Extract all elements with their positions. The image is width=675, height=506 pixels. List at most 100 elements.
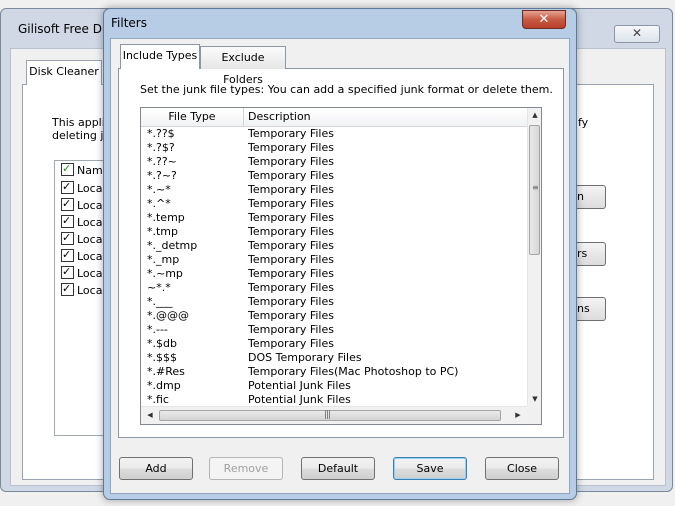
dialog-title: Filters <box>111 16 147 30</box>
table-row[interactable]: *.$$$ DOS Temporary Files <box>141 351 527 365</box>
description-cell: Temporary Files <box>248 239 334 252</box>
list-item[interactable]: Local <box>61 230 106 248</box>
background-close-button[interactable]: ✕ <box>614 25 660 43</box>
description-cell: Temporary Files <box>248 211 334 224</box>
file-type-cell: *.$db <box>147 337 177 350</box>
table-row[interactable]: ~*.* Temporary Files <box>141 281 527 295</box>
checkbox-icon[interactable] <box>61 161 74 177</box>
file-type-cell: *.@@@ <box>147 309 189 322</box>
list-item-label: Local <box>77 233 106 246</box>
description-cell: Temporary Files <box>248 253 334 266</box>
scroll-down-icon[interactable]: ▼ <box>528 392 541 406</box>
file-type-cell: *.^* <box>147 197 171 210</box>
file-type-cell: *.?~? <box>147 169 177 182</box>
file-type-cell: *._mp <box>147 253 180 266</box>
list-item[interactable]: Local <box>61 213 106 231</box>
description-cell: Temporary Files <box>248 127 334 140</box>
dialog-close-button[interactable]: ✕ <box>522 10 566 29</box>
description-cell: Temporary Files <box>248 225 334 238</box>
file-type-list[interactable]: File Type Description *.??$ Temporary Fil… <box>140 107 542 425</box>
table-row[interactable]: *._mp Temporary Files <box>141 253 527 267</box>
horizontal-scroll-thumb[interactable]: ||| <box>159 410 501 421</box>
list-item[interactable]: Local <box>61 196 106 214</box>
checkbox-icon[interactable] <box>61 196 74 212</box>
table-row[interactable]: *.tmp Temporary Files <box>141 225 527 239</box>
list-item-label: Local <box>77 199 106 212</box>
checkbox-icon[interactable] <box>61 247 74 263</box>
scroll-left-icon[interactable]: ◀ <box>143 407 157 424</box>
background-window-title: Gilisoft Free Di <box>18 22 106 36</box>
table-row[interactable]: *.@@@ Temporary Files <box>141 309 527 323</box>
file-type-cell: *.dmp <box>147 379 181 392</box>
checkbox-icon[interactable] <box>61 281 74 297</box>
file-type-cell: *.?$? <box>147 141 175 154</box>
file-type-cell: *.tmp <box>147 225 179 238</box>
column-header-file-type[interactable]: File Type <box>141 108 244 126</box>
file-type-cell: *.$$$ <box>147 351 177 364</box>
horizontal-scrollbar[interactable]: ◀ ||| ▶ <box>141 406 527 424</box>
add-button[interactable]: Add <box>119 457 193 480</box>
table-row[interactable]: *.___ Temporary Files <box>141 295 527 309</box>
table-row[interactable]: *._detmp Temporary Files <box>141 239 527 253</box>
table-row[interactable]: *.~* Temporary Files <box>141 183 527 197</box>
tab-disk-cleaner[interactable]: Disk Cleaner <box>26 60 102 85</box>
file-type-cell: ~*.* <box>147 281 171 294</box>
table-row[interactable]: *.^* Temporary Files <box>141 197 527 211</box>
file-type-cell: *.temp <box>147 211 185 224</box>
list-rows: *.??$ Temporary Files *.?$? Temporary Files… <box>141 127 527 407</box>
table-row[interactable]: *.$db Temporary Files <box>141 337 527 351</box>
table-row[interactable]: *.#Res Temporary Files(Mac Photoshop to P… <box>141 365 527 379</box>
table-row[interactable]: *.?~? Temporary Files <box>141 169 527 183</box>
description-cell: Temporary Files <box>248 281 334 294</box>
list-item-label: Local <box>77 284 106 297</box>
vertical-scroll-thumb[interactable]: ≡ <box>529 125 540 255</box>
file-type-cell: *.___ <box>147 295 173 308</box>
close-icon: ✕ <box>538 12 550 27</box>
save-button[interactable]: Save <box>393 457 467 480</box>
table-row[interactable]: *.dmp Potential Junk Files <box>141 379 527 393</box>
file-type-cell: *.~* <box>147 183 171 196</box>
remove-button[interactable]: Remove <box>209 457 283 480</box>
scrollbar-corner <box>527 406 541 424</box>
description-cell: Temporary Files <box>248 155 334 168</box>
list-item[interactable]: Local <box>61 179 106 197</box>
list-item[interactable]: Local <box>61 264 106 282</box>
grip-icon: ≡ <box>532 183 539 192</box>
scroll-right-icon[interactable]: ▶ <box>511 407 525 424</box>
tab-exclude-folders[interactable]: Exclude Folders <box>200 46 286 86</box>
checkbox-icon[interactable] <box>61 213 74 229</box>
file-type-cell: *.??~ <box>147 155 177 168</box>
close-button[interactable]: Close <box>485 457 559 480</box>
file-type-cell: *._detmp <box>147 239 198 252</box>
background-button[interactable]: n <box>574 185 606 209</box>
table-row[interactable]: *.?$? Temporary Files <box>141 141 527 155</box>
background-button[interactable]: rs <box>574 242 606 266</box>
table-row[interactable]: *.??$ Temporary Files <box>141 127 527 141</box>
vertical-scrollbar[interactable]: ▲ ≡ ▼ <box>527 108 541 406</box>
file-type-cell: *.~mp <box>147 267 183 280</box>
tab-include-types[interactable]: Include Types <box>120 44 200 69</box>
checkbox-icon[interactable] <box>61 179 74 195</box>
table-row[interactable]: *.--- Temporary Files <box>141 323 527 337</box>
table-row[interactable]: *.temp Temporary Files <box>141 211 527 225</box>
file-type-cell: *.--- <box>147 323 168 336</box>
checkbox-icon[interactable] <box>61 230 74 246</box>
background-button[interactable]: ns <box>574 297 606 321</box>
description-cell: Temporary Files <box>248 267 334 280</box>
description-cell: Temporary Files <box>248 323 334 336</box>
checkbox-icon[interactable] <box>61 264 74 280</box>
table-row[interactable]: *.fic Potential Junk Files <box>141 393 527 407</box>
table-row[interactable]: *.??~ Temporary Files <box>141 155 527 169</box>
file-type-cell: *.fic <box>147 393 169 406</box>
scroll-up-icon[interactable]: ▲ <box>528 108 541 122</box>
description-cell: Potential Junk Files <box>248 393 351 406</box>
table-row[interactable]: *.~mp Temporary Files <box>141 267 527 281</box>
background-info-right-text: fy <box>578 116 589 129</box>
column-header-description[interactable]: Description <box>244 108 527 126</box>
grip-icon: ||| <box>324 410 331 420</box>
list-item[interactable]: Local <box>61 247 106 265</box>
default-button[interactable]: Default <box>301 457 375 480</box>
description-cell: DOS Temporary Files <box>248 351 362 364</box>
list-item[interactable]: Local <box>61 281 106 299</box>
file-type-cell: *.??$ <box>147 127 175 140</box>
